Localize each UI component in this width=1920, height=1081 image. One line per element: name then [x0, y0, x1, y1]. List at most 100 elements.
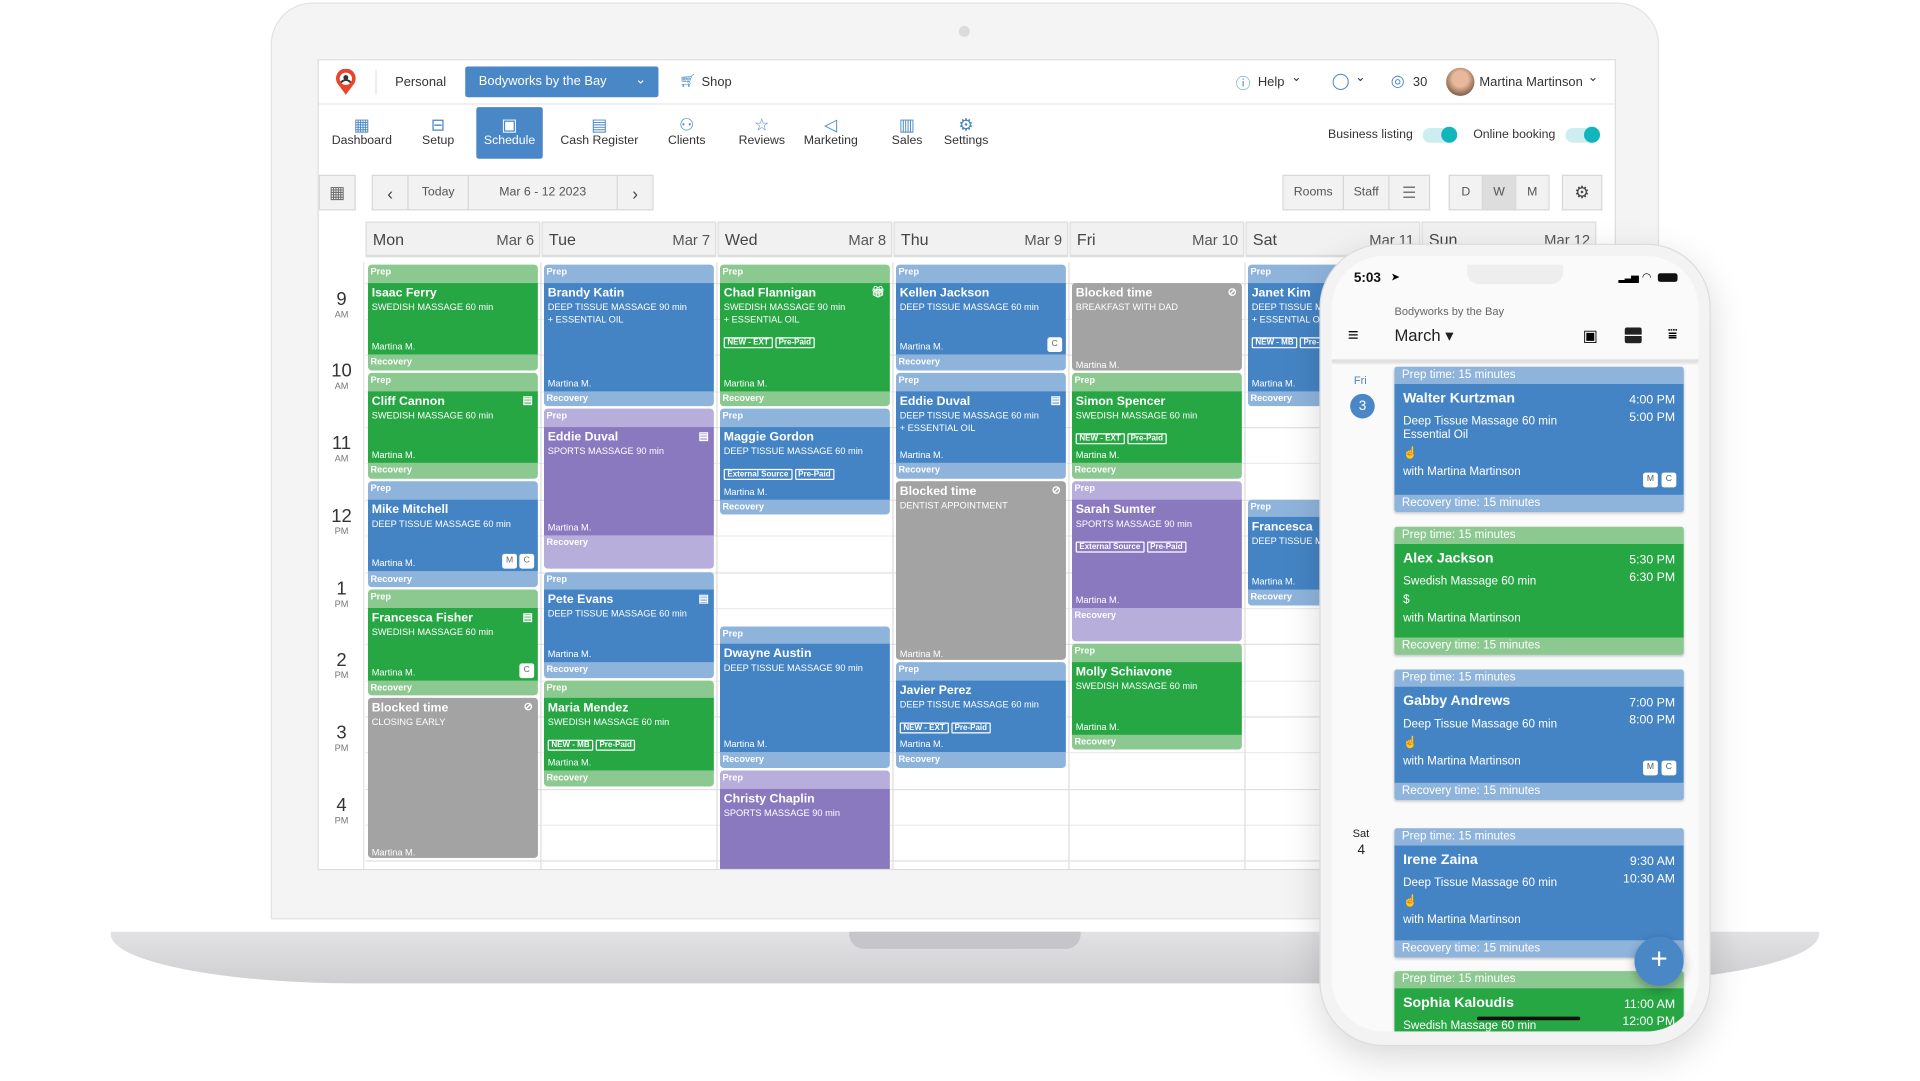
- chat-icon[interactable]: ▤: [1050, 394, 1060, 408]
- day-column[interactable]: [540, 262, 542, 869]
- recovery-label: Recovery: [722, 500, 765, 512]
- day-header-thu[interactable]: Thu Mar 9: [893, 221, 1069, 258]
- badge-c[interactable]: C: [1661, 760, 1677, 776]
- appointment-maria-mendez[interactable]: Prep Maria Mendez SWEDISH MASSAGE 60 min NE…: [544, 680, 714, 786]
- business-listing-toggle[interactable]: [1422, 126, 1458, 143]
- day-column[interactable]: [716, 262, 718, 869]
- appointment-body: Cliff Cannon SWEDISH MASSAGE 60 min Martin…: [368, 391, 538, 464]
- timeline-view-button[interactable]: ☰: [1388, 174, 1431, 211]
- nav-sales[interactable]: ▥ Sales: [875, 107, 939, 159]
- appointment-pete-evans[interactable]: Prep Pete Evans DEEP TISSUE MASSAGE 60 min…: [544, 571, 714, 678]
- chat-icon[interactable]: ◯: [1332, 71, 1350, 91]
- personal-link[interactable]: Personal: [395, 75, 446, 90]
- service: SWEDISH MASSAGE 60 min: [371, 626, 494, 638]
- shop-link[interactable]: Shop: [702, 75, 732, 90]
- appointment-isaac-ferry[interactable]: Prep Isaac Ferry SWEDISH MASSAGE 60 min Mar…: [368, 264, 538, 371]
- badge-c[interactable]: C: [1047, 337, 1063, 353]
- appointment-brandy-katin[interactable]: Prep Brandy Katin DEEP TISSUE MASSAGE 90 m…: [544, 264, 714, 407]
- help-menu[interactable]: Help: [1258, 75, 1285, 90]
- nav-reviews[interactable]: ☆ Reviews: [727, 107, 796, 159]
- grid-menu-button[interactable]: ▦: [318, 174, 356, 211]
- logo-icon[interactable]: [335, 68, 357, 95]
- filter-icon[interactable]: ⩸: [1668, 325, 1678, 345]
- today-button[interactable]: Today: [407, 174, 469, 211]
- nav-marketing[interactable]: ◁ Marketing: [790, 107, 871, 159]
- phone-appointment-card[interactable]: Prep time: 15 minutes Gabby Andrews 7:00 P…: [1394, 669, 1684, 801]
- start-time: 9:30 AM: [1629, 855, 1676, 869]
- user-menu[interactable]: Martina Martinson: [1479, 75, 1582, 90]
- date-range[interactable]: Mar 6 - 12 2023: [467, 174, 618, 211]
- client-name: Blocked time: [371, 701, 449, 716]
- appointment-dwayne-austin[interactable]: Prep Dwayne Austin DEEP TISSUE MASSAGE 90 …: [720, 625, 890, 768]
- calendar-settings-button[interactable]: ⚙: [1561, 174, 1603, 211]
- day-column[interactable]: [892, 262, 894, 869]
- badge-c[interactable]: C: [519, 554, 535, 570]
- blocked-icon[interactable]: ⊘: [1052, 484, 1061, 498]
- appointment-blocked-time[interactable]: Blocked time CLOSING EARLY Martina M. ⊘: [368, 698, 538, 859]
- service: DEEP TISSUE MASSAGE 60 min: [371, 517, 511, 529]
- appointment-christy-chaplin[interactable]: Prep Christy Chaplin SPORTS MASSAGE 90 min…: [720, 770, 890, 869]
- day-header-fri[interactable]: Fri Mar 10: [1069, 221, 1245, 258]
- appointment-eddie-duval[interactable]: Prep Eddie Duval DEEP TISSUE MASSAGE 60 mi…: [896, 373, 1066, 479]
- appointment-mike-mitchell[interactable]: Prep Mike Mitchell DEEP TISSUE MASSAGE 60 …: [368, 481, 538, 588]
- appointment-javier-perez[interactable]: Prep Javier Perez DEEP TISSUE MASSAGE 60 m…: [896, 662, 1066, 768]
- nav-settings[interactable]: ⚙ Settings: [932, 107, 1001, 159]
- day-column[interactable]: [1244, 262, 1246, 869]
- chat-icon[interactable]: ▤: [522, 394, 532, 408]
- nav-clients[interactable]: ⚇ Clients: [652, 107, 721, 159]
- badge-m[interactable]: M: [1643, 760, 1658, 776]
- badge-m[interactable]: M: [502, 554, 517, 570]
- phone-appointment-card[interactable]: Prep time: 15 minutes Walter Kurtzman 4:00…: [1394, 366, 1684, 513]
- chat-icon[interactable]: ▤: [522, 610, 532, 624]
- staff-button[interactable]: Staff: [1342, 174, 1390, 211]
- appointment-blocked-time[interactable]: Blocked time DENTIST APPOINTMENT Martina M…: [896, 481, 1066, 660]
- online-booking-toggle[interactable]: [1565, 126, 1601, 143]
- phone-appointment-card[interactable]: Prep time: 15 minutes Sophia Kaloudis 11:0…: [1394, 971, 1684, 1032]
- badge-m[interactable]: M: [1643, 472, 1658, 488]
- view-toggle-icon[interactable]: [1624, 327, 1642, 344]
- chat-icon[interactable]: ▤: [698, 592, 708, 606]
- calendar-icon[interactable]: ▣: [1583, 326, 1598, 346]
- prev-week-button[interactable]: ‹: [371, 174, 409, 211]
- week-view-button[interactable]: W: [1481, 174, 1517, 211]
- badge-c[interactable]: C: [519, 662, 535, 678]
- nav-dashboard[interactable]: ▦ Dashboard: [327, 107, 396, 159]
- appointment-maggie-gordon[interactable]: Prep Maggie Gordon DEEP TISSUE MASSAGE 60 …: [720, 409, 890, 516]
- nav-schedule[interactable]: ▣ Schedule: [476, 107, 543, 159]
- appointment-chad-flannigan[interactable]: Prep Chad Flannigan SWEDISH MASSAGE 90 min…: [720, 264, 890, 407]
- phone-appointment-card[interactable]: Prep time: 15 minutes Alex Jackson 5:30 PM…: [1394, 526, 1684, 655]
- avatar[interactable]: [1446, 67, 1475, 97]
- day-header-tue[interactable]: Tue Mar 7: [541, 221, 717, 258]
- appointment-kellen-jackson[interactable]: Prep Kellen Jackson DEEP TISSUE MASSAGE 60…: [896, 264, 1066, 371]
- appointment-eddie-duval[interactable]: Prep Eddie Duval SPORTS MASSAGE 90 min Mart…: [544, 409, 714, 570]
- hour-label: 5PM: [319, 868, 365, 869]
- appointment-sarah-sumter[interactable]: Prep Sarah Sumter SPORTS MASSAGE 90 min Ext…: [1072, 481, 1242, 642]
- business-selector[interactable]: Bodyworks by the Bay ⌄: [465, 66, 659, 98]
- next-week-button[interactable]: ›: [616, 174, 654, 211]
- day-column[interactable]: [1068, 262, 1070, 869]
- blocked-icon[interactable]: ⊘: [524, 701, 533, 715]
- appointment-simon-spencer[interactable]: Prep Simon Spencer SWEDISH MASSAGE 60 min N…: [1072, 373, 1242, 479]
- badge-c[interactable]: C: [1661, 472, 1677, 488]
- appointment-molly-schiavone[interactable]: Prep Molly Schiavone SWEDISH MASSAGE 60 mi…: [1072, 643, 1242, 750]
- appointment-francesca-fisher[interactable]: Prep Francesca Fisher SWEDISH MASSAGE 60 m…: [368, 589, 538, 696]
- day-view-button[interactable]: D: [1448, 174, 1484, 211]
- gift-icon[interactable]: 🎁︎: [871, 285, 885, 299]
- phone-appointment-card[interactable]: Prep time: 15 minutes Irene Zaina 9:30 AM 1…: [1394, 828, 1684, 958]
- chat-icon[interactable]: ▤: [698, 430, 708, 444]
- blocked-icon[interactable]: ⊘: [1228, 285, 1237, 299]
- hour-number: 3: [336, 722, 347, 744]
- day-number-fri[interactable]: 3: [1350, 393, 1375, 419]
- add-appointment-button[interactable]: +: [1634, 936, 1684, 986]
- nav-setup[interactable]: ⊟ Setup: [404, 107, 473, 159]
- month-selector[interactable]: March ▾: [1394, 326, 1453, 346]
- nav-cash-register[interactable]: ▤ Cash Register: [550, 107, 648, 159]
- month-view-button[interactable]: M: [1515, 174, 1550, 211]
- prep-label: Prep: [370, 265, 392, 277]
- menu-icon[interactable]: ≡: [1348, 325, 1359, 346]
- day-header-mon[interactable]: Mon Mar 6: [365, 221, 541, 258]
- appointment-cliff-cannon[interactable]: Prep Cliff Cannon SWEDISH MASSAGE 60 min Ma…: [368, 373, 538, 479]
- rooms-button[interactable]: Rooms: [1282, 174, 1345, 211]
- day-header-wed[interactable]: Wed Mar 8: [717, 221, 893, 258]
- appointment-blocked-time[interactable]: Blocked time BREAKFAST WITH DAD Martina M.…: [1072, 282, 1242, 371]
